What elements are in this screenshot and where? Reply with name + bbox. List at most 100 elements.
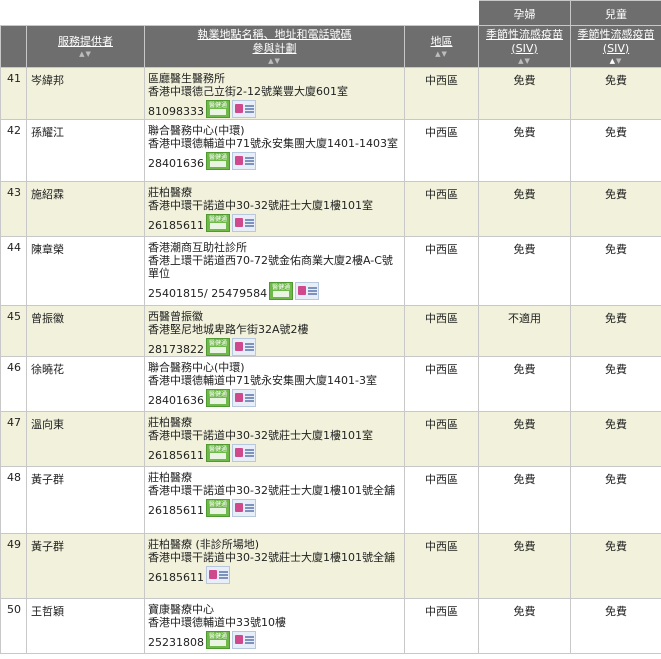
district: 中西區 — [404, 466, 479, 534]
phone-and-schemes: 26185611 — [148, 442, 402, 462]
clinic-address: 香港中環干諾道中30-32號莊士大廈1樓101室 — [148, 199, 373, 212]
sort-desc-icon[interactable]: ▼ — [86, 50, 92, 58]
clinic-address: 香港中環德己立街2-12號業豐大廈601室 — [148, 85, 348, 98]
header-pregnant-siv: 季節性流感疫苗 (SIV) ▲▼ — [478, 25, 571, 68]
ehealth-logo-icon[interactable] — [206, 338, 230, 356]
child-siv-fee: 免費 — [570, 119, 661, 182]
vaccination-scheme-icon[interactable] — [232, 631, 256, 649]
child-siv-fee: 免費 — [570, 598, 661, 654]
district: 中西區 — [404, 356, 479, 412]
vaccination-scheme-icon[interactable] — [232, 444, 256, 462]
table-row: 47 溫向東 莊柏醫療 香港中環干諾道中30-32號莊士大廈1樓101室 2618561… — [0, 411, 661, 467]
vaccination-scheme-icon[interactable] — [206, 566, 230, 584]
table-row: 42 孫耀江 聯合醫務中心(中環) 香港中環德輔道中71號永安集團大廈1401-140… — [0, 119, 661, 182]
district: 中西區 — [404, 533, 479, 599]
clinic-address: 香港中環干諾道中30-32號莊士大廈1樓101室 — [148, 429, 373, 442]
table-row: 45曾振徽西醫曾振徽香港堅尼地城卑路乍街32A號2樓 28173822 中西區不適用… — [0, 305, 661, 357]
ehealth-logo-icon[interactable] — [206, 214, 230, 232]
pregnant-siv-fee: 免費 — [478, 236, 571, 306]
pregnant-siv-abbr: (SIV) — [511, 41, 538, 55]
provider-name: 黃子群 — [26, 466, 145, 534]
practice-info: 聯合醫務中心(中環) 香港中環德輔道中71號永安集團大廈1401-3室 284016… — [144, 356, 405, 412]
practice-info: 莊柏醫療 香港中環干諾道中30-32號莊士大廈1樓101室 26185611 — [144, 181, 405, 237]
phone-and-schemes: 25231808 — [148, 629, 402, 649]
vaccination-scheme-icon[interactable] — [295, 282, 320, 300]
clinic-name: 莊柏醫療 — [148, 186, 192, 199]
sort-desc-icon[interactable]: ▼ — [525, 57, 531, 65]
clinic-phone: 26185611 — [148, 504, 204, 517]
ehealth-logo-icon[interactable] — [206, 389, 230, 407]
vaccination-scheme-icon[interactable] — [232, 100, 256, 118]
ehealth-logo-icon[interactable] — [206, 444, 230, 462]
ehealth-logo-icon[interactable] — [269, 282, 294, 300]
provider-name: 施紹霖 — [26, 181, 145, 237]
practice-info: 聯合醫務中心(中環) 香港中環德輔道中71號永安集團大廈1401-1403室 284… — [144, 119, 405, 182]
provider-name: 曾振徽 — [26, 305, 145, 357]
pregnant-siv-fee: 免費 — [478, 119, 571, 182]
sort-address-arrows: ▲▼ — [145, 57, 404, 66]
vaccination-scheme-icon[interactable] — [232, 338, 256, 356]
sort-district-arrows: ▲▼ — [405, 50, 478, 59]
header-pregnant-group: 孕婦 — [478, 0, 571, 26]
clinic-name: 寶康醫療中心 — [148, 603, 214, 616]
clinic-address: 香港中環德輔道中33號10樓 — [148, 616, 286, 629]
clinic-address: 香港中環德輔道中71號永安集團大廈1401-3室 — [148, 374, 377, 387]
clinic-name: 西醫曾振徽 — [148, 310, 203, 323]
child-siv-fee: 免費 — [570, 533, 661, 599]
practice-info: 香港潮商互助社診所 香港上環干諾道西70-72號金佑商業大廈2樓A-C號單位 254… — [144, 236, 405, 306]
sort-child-siv-link[interactable]: 季節性流感疫苗 (SIV) — [578, 28, 655, 56]
row-number: 50 — [0, 598, 27, 654]
sort-desc-icon[interactable]: ▼ — [442, 50, 448, 58]
table-row: 48 黃子群 莊柏醫療 香港中環干諾道中30-32號莊士大廈1樓101號全舖 26185… — [0, 466, 661, 534]
row-number: 41 — [0, 67, 27, 120]
vaccination-scheme-icon[interactable] — [232, 499, 256, 517]
clinic-phone: 25401815/ 25479584 — [148, 287, 268, 300]
provider-name: 溫向東 — [26, 411, 145, 467]
pregnant-siv-fee: 免費 — [478, 411, 571, 467]
sort-pregnant-siv-link[interactable]: 季節性流感疫苗 (SIV) — [486, 28, 563, 56]
phone-and-schemes: 26185611 — [148, 212, 402, 232]
clinic-name: 莊柏醫療 — [148, 416, 192, 429]
sort-scheme-link[interactable]: 參與計劃 — [253, 42, 297, 56]
provider-name: 王哲穎 — [26, 598, 145, 654]
pregnant-siv-fee: 免費 — [478, 67, 571, 120]
sort-district-link[interactable]: 地區 — [431, 35, 453, 49]
child-siv-fee: 免費 — [570, 236, 661, 306]
ehealth-logo-icon[interactable] — [206, 499, 230, 517]
row-number: 44 — [0, 236, 27, 306]
sort-desc-icon[interactable]: ▼ — [275, 57, 281, 65]
sort-address-link[interactable]: 執業地點名稱、地址和電話號碼 — [198, 28, 352, 42]
child-siv-fee: 免費 — [570, 67, 661, 120]
vaccination-scheme-icon[interactable] — [232, 152, 256, 170]
pregnant-siv-fee: 免費 — [478, 533, 571, 599]
sort-desc-icon[interactable]: ▼ — [616, 57, 622, 65]
practice-info: 莊柏醫療 (非診所場地) 香港中環干諾道中30-32號莊士大廈1樓101號全舖 26… — [144, 533, 405, 599]
district: 中西區 — [404, 236, 479, 306]
row-number: 47 — [0, 411, 27, 467]
clinic-phone: 81098333 — [148, 105, 204, 118]
provider-name: 黃子群 — [26, 533, 145, 599]
district: 中西區 — [404, 119, 479, 182]
header-child-siv: 季節性流感疫苗 (SIV) ▲▼ — [570, 25, 661, 68]
table-row: 49 黃子群 莊柏醫療 (非診所場地) 香港中環干諾道中30-32號莊士大廈1樓101… — [0, 533, 661, 599]
child-siv-fee: 免費 — [570, 411, 661, 467]
sort-pregnant-arrows: ▲▼ — [479, 57, 570, 66]
vaccination-scheme-icon[interactable] — [232, 214, 256, 232]
vaccination-scheme-icon[interactable] — [232, 389, 256, 407]
child-siv-abbr: (SIV) — [602, 41, 630, 55]
practice-info: 莊柏醫療 香港中環干諾道中30-32號莊士大廈1樓101室 26185611 — [144, 411, 405, 467]
row-number: 46 — [0, 356, 27, 412]
ehealth-logo-icon[interactable] — [206, 152, 230, 170]
phone-and-schemes: 28173822 — [148, 336, 402, 356]
table-row: 44 陳章榮 香港潮商互助社診所 香港上環干諾道西70-72號金佑商業大廈2樓A-C號… — [0, 236, 661, 306]
ehealth-logo-icon[interactable] — [206, 100, 230, 118]
child-siv-fee: 免費 — [570, 305, 661, 357]
table-row: 50王哲穎寶康醫療中心香港中環德輔道中33號10樓25231808中西區免費免費 — [0, 598, 661, 654]
ehealth-logo-icon[interactable] — [206, 631, 230, 649]
phone-and-schemes: 81098333 — [148, 98, 402, 118]
clinic-name: 聯合醫務中心(中環) — [148, 361, 245, 374]
table-row: 43 施紹霖 莊柏醫療 香港中環干諾道中30-32號莊士大廈1樓101室 2618561… — [0, 181, 661, 237]
header-child-group: 兒童 — [570, 0, 661, 26]
sort-provider-link[interactable]: 服務提供者 — [58, 35, 113, 49]
clinic-phone: 26185611 — [148, 449, 204, 462]
